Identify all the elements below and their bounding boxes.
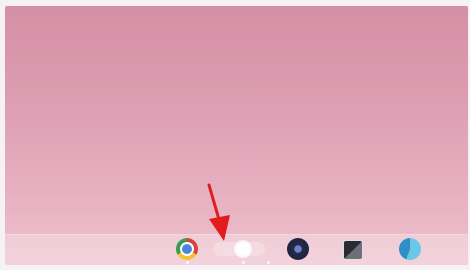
red-arrow-annotation (207, 183, 230, 241)
chrome-icon[interactable] (176, 238, 198, 260)
square-app-icon[interactable] (343, 240, 363, 260)
dark-circle-app-icon[interactable] (287, 238, 309, 260)
photo-frame (0, 0, 470, 270)
blue-circle-app-icon[interactable] (399, 238, 421, 260)
arrow-head (209, 215, 230, 241)
running-indicator (186, 261, 189, 264)
running-indicator (267, 261, 270, 264)
running-indicator (242, 261, 245, 264)
